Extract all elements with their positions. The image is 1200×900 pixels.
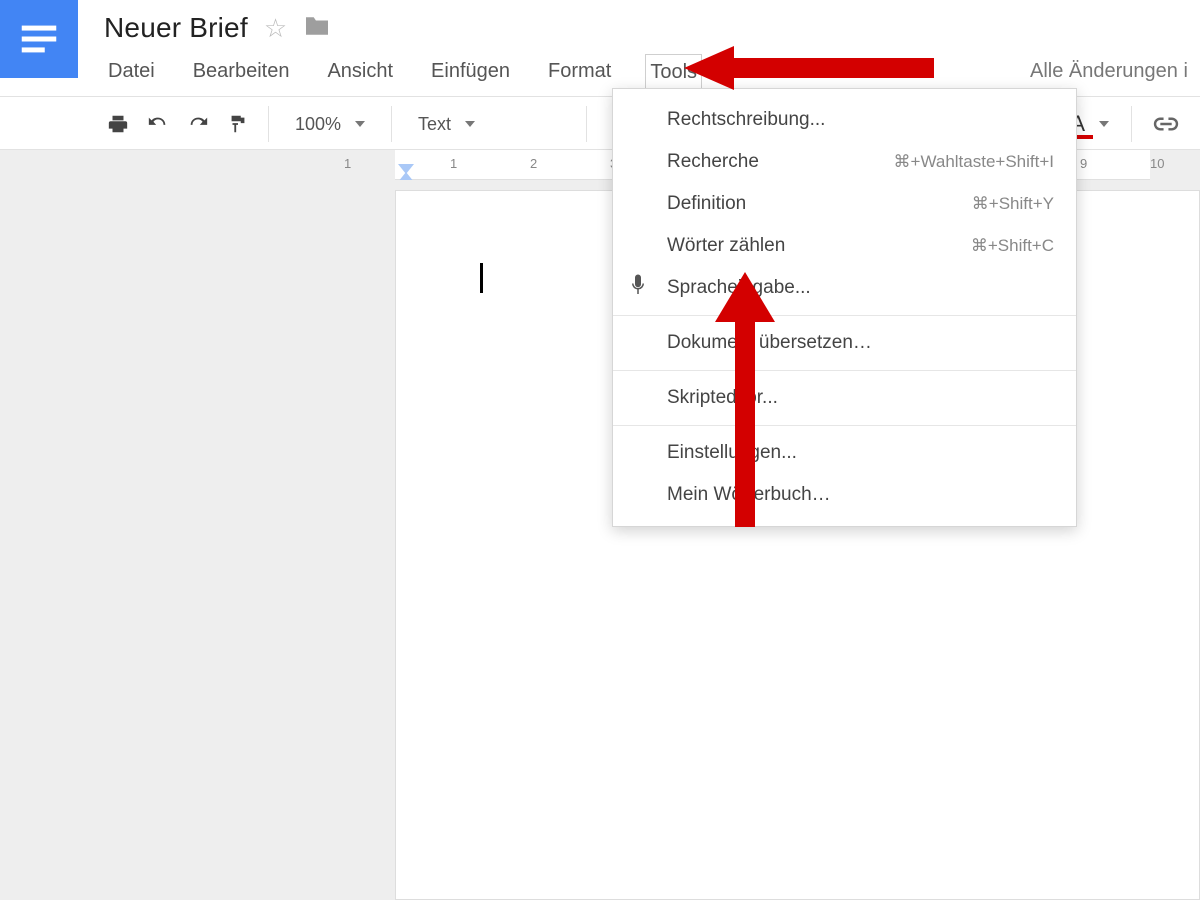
docs-logo[interactable] — [0, 0, 78, 78]
star-icon[interactable]: ☆ — [264, 13, 287, 44]
separator — [586, 106, 587, 142]
separator — [1131, 106, 1132, 142]
tools-dropdown: Rechtschreibung... Recherche⌘+Wahltaste+… — [612, 88, 1077, 527]
annotation-arrow-voice — [705, 272, 785, 532]
chevron-down-icon — [355, 121, 365, 127]
separator — [391, 106, 392, 142]
ruler-tick: 1 — [344, 156, 394, 171]
menu-einfuegen[interactable]: Einfügen — [427, 54, 514, 91]
ruler-tick: 2 — [530, 156, 610, 171]
move-to-folder-icon[interactable] — [303, 15, 331, 42]
menu-datei[interactable]: Datei — [104, 54, 159, 91]
document-title[interactable]: Neuer Brief — [104, 12, 248, 44]
print-icon[interactable] — [100, 106, 136, 142]
chevron-down-icon — [1099, 121, 1109, 127]
menu-item-spellcheck[interactable]: Rechtschreibung... — [613, 99, 1076, 141]
zoom-value: 100% — [295, 114, 341, 135]
ruler-tick: 9 — [1080, 156, 1150, 171]
save-status: Alle Änderungen i — [1030, 60, 1188, 83]
zoom-dropdown[interactable]: 100% — [281, 106, 379, 142]
menu-item-dictionary[interactable]: Mein Wörterbuch… — [613, 474, 1076, 516]
menu-separator — [613, 315, 1076, 316]
chevron-down-icon — [465, 121, 475, 127]
paragraph-style-dropdown[interactable]: Text — [404, 106, 574, 142]
redo-icon[interactable] — [180, 106, 216, 142]
insert-link-icon[interactable] — [1144, 106, 1188, 142]
menu-bearbeiten[interactable]: Bearbeiten — [189, 54, 294, 91]
menu-item-wordcount[interactable]: Wörter zählen⌘+Shift+C — [613, 225, 1076, 267]
ruler-tick: 1 — [450, 156, 530, 171]
menu-ansicht[interactable]: Ansicht — [323, 54, 397, 91]
docs-icon — [16, 16, 62, 62]
menu-item-script-editor[interactable]: Skripteditor... — [613, 377, 1076, 419]
separator — [268, 106, 269, 142]
menu-separator — [613, 370, 1076, 371]
style-value: Text — [418, 114, 451, 135]
menu-item-voice-typing[interactable]: Spracheingabe... — [613, 267, 1076, 309]
menu-item-definition[interactable]: Definition⌘+Shift+Y — [613, 183, 1076, 225]
ruler-tick: 10 — [1150, 156, 1200, 171]
menu-item-preferences[interactable]: Einstellungen... — [613, 432, 1076, 474]
microphone-icon — [629, 274, 647, 302]
paint-format-icon[interactable] — [220, 106, 256, 142]
menu-separator — [613, 425, 1076, 426]
undo-icon[interactable] — [140, 106, 176, 142]
annotation-arrow-tools — [684, 40, 944, 96]
menu-item-research[interactable]: Recherche⌘+Wahltaste+Shift+I — [613, 141, 1076, 183]
menu-format[interactable]: Format — [544, 54, 615, 91]
menu-item-translate[interactable]: Dokument übersetzen… — [613, 322, 1076, 364]
text-cursor — [480, 263, 483, 293]
